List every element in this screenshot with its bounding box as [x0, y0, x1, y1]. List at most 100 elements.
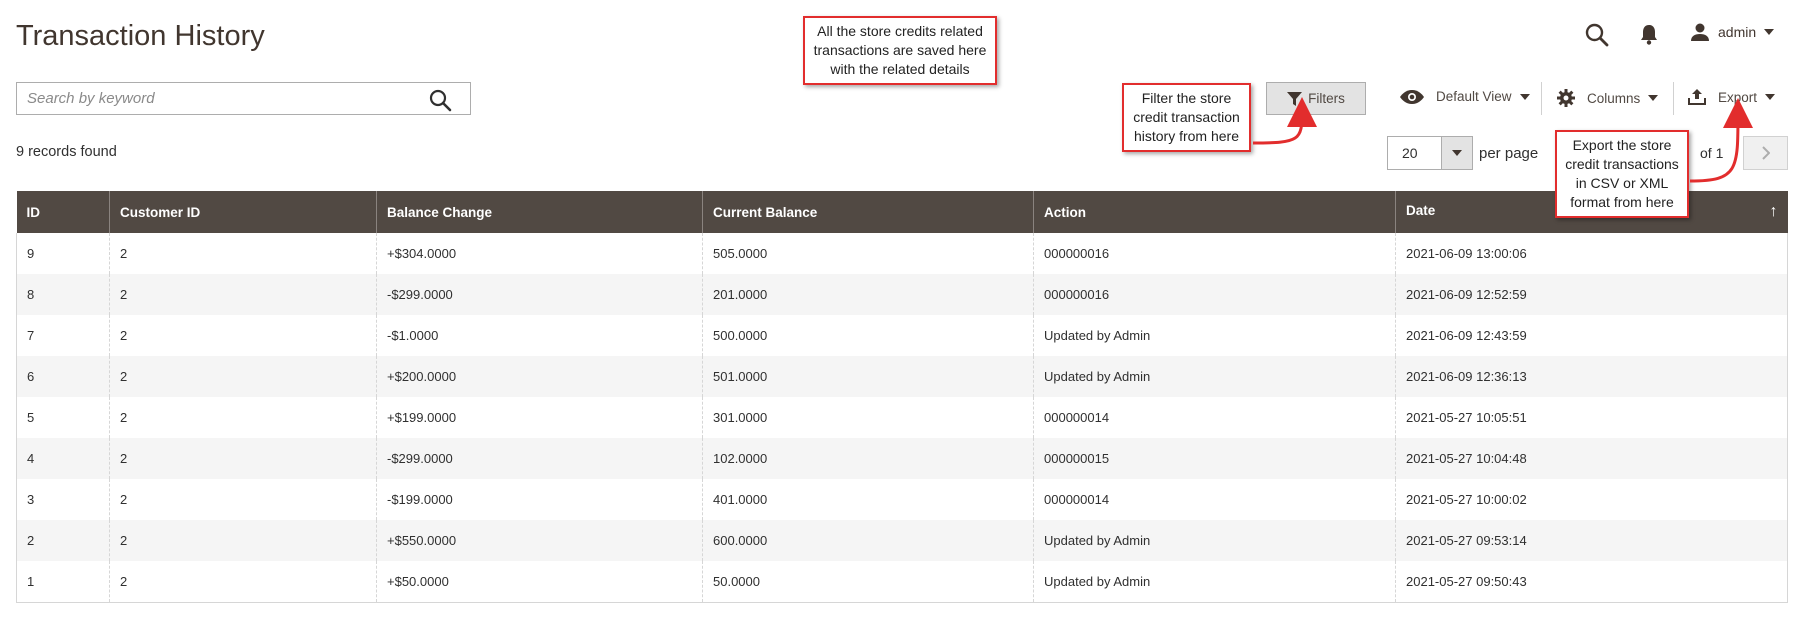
- table-row[interactable]: 4 2 -$299.0000 102.0000 000000015 2021-05-27 …: [16, 438, 1788, 479]
- cell-date: 2021-06-09 12:43:59: [1395, 315, 1788, 356]
- cell-action: 000000014: [1033, 397, 1396, 438]
- transaction-history-grid: ID Customer ID Balance Change Current Ba…: [16, 191, 1788, 603]
- column-header-customer-id[interactable]: Customer ID: [109, 191, 377, 233]
- cell-balance-change: -$199.0000: [376, 479, 703, 520]
- table-row[interactable]: 8 2 -$299.0000 201.0000 000000016 2021-06-09 …: [16, 274, 1788, 315]
- export-dropdown[interactable]: Export: [1688, 89, 1776, 105]
- column-header-id[interactable]: ID: [16, 191, 110, 233]
- admin-user-menu[interactable]: admin: [1690, 22, 1775, 42]
- cell-action: 000000014: [1033, 479, 1396, 520]
- cell-action: 000000015: [1033, 438, 1396, 479]
- per-page-select[interactable]: 20: [1387, 136, 1473, 170]
- gear-icon: [1557, 89, 1575, 107]
- cell-customer-id: 2: [109, 561, 377, 603]
- table-row[interactable]: 3 2 -$199.0000 401.0000 000000014 2021-05-27 …: [16, 479, 1788, 520]
- cell-customer-id: 2: [109, 397, 377, 438]
- column-header-current-balance[interactable]: Current Balance: [702, 191, 1034, 233]
- columns-label: Columns: [1587, 90, 1641, 106]
- filters-label: Filters: [1308, 91, 1345, 106]
- user-icon: [1691, 23, 1709, 41]
- filters-button[interactable]: Filters: [1266, 82, 1366, 115]
- global-search-icon[interactable]: [1584, 22, 1610, 48]
- search-input[interactable]: [17, 83, 417, 114]
- cell-action: 000000016: [1033, 274, 1396, 315]
- cell-customer-id: 2: [109, 438, 377, 479]
- column-header-action[interactable]: Action: [1033, 191, 1396, 233]
- cell-date: 2021-05-27 10:05:51: [1395, 397, 1788, 438]
- cell-current-balance: 501.0000: [702, 356, 1034, 397]
- cell-customer-id: 2: [109, 520, 377, 561]
- cell-customer-id: 2: [109, 356, 377, 397]
- default-view-label: Default View: [1436, 89, 1512, 104]
- cell-action: Updated by Admin: [1033, 520, 1396, 561]
- table-row[interactable]: 1 2 +$50.0000 50.0000 Updated by Admin 2021-0…: [16, 561, 1788, 603]
- cell-id: 2: [16, 520, 110, 561]
- filter-icon: [1287, 91, 1303, 106]
- cell-date: 2021-06-09 13:00:06: [1395, 233, 1788, 274]
- table-row[interactable]: 2 2 +$550.0000 600.0000 Updated by Admin 2021…: [16, 520, 1788, 561]
- column-header-date-label: Date: [1406, 203, 1436, 218]
- cell-id: 6: [16, 356, 110, 397]
- cell-balance-change: -$1.0000: [376, 315, 703, 356]
- cell-balance-change: +$550.0000: [376, 520, 703, 561]
- page-count: of 1: [1700, 145, 1724, 161]
- cell-customer-id: 2: [109, 274, 377, 315]
- callout-filter-note: Filter the store credit transaction hist…: [1122, 83, 1251, 152]
- cell-date: 2021-05-27 10:00:02: [1395, 479, 1788, 520]
- cell-customer-id: 2: [109, 315, 377, 356]
- keyword-search: [16, 82, 471, 115]
- cell-id: 1: [16, 561, 110, 603]
- next-page-button[interactable]: [1743, 136, 1788, 170]
- search-icon[interactable]: [428, 88, 452, 112]
- cell-date: 2021-05-27 10:04:48: [1395, 438, 1788, 479]
- cell-balance-change: +$50.0000: [376, 561, 703, 603]
- toolbar-divider: [1673, 82, 1674, 115]
- cell-date: 2021-06-09 12:36:13: [1395, 356, 1788, 397]
- cell-current-balance: 201.0000: [702, 274, 1034, 315]
- admin-username: admin: [1718, 24, 1757, 40]
- cell-customer-id: 2: [109, 233, 377, 274]
- cell-balance-change: +$199.0000: [376, 397, 703, 438]
- table-row[interactable]: 9 2 +$304.0000 505.0000 000000016 2021-06-09 …: [16, 233, 1788, 274]
- chevron-down-icon: [1519, 93, 1530, 100]
- cell-current-balance: 600.0000: [702, 520, 1034, 561]
- cell-id: 5: [16, 397, 110, 438]
- cell-date: 2021-06-09 12:52:59: [1395, 274, 1788, 315]
- cell-date: 2021-05-27 09:50:43: [1395, 561, 1788, 603]
- cell-current-balance: 102.0000: [702, 438, 1034, 479]
- eye-icon: [1400, 89, 1424, 104]
- cell-current-balance: 505.0000: [702, 233, 1034, 274]
- cell-date: 2021-05-27 09:53:14: [1395, 520, 1788, 561]
- per-page-label: per page: [1479, 145, 1539, 162]
- cell-current-balance: 401.0000: [702, 479, 1034, 520]
- notifications-bell-icon[interactable]: [1638, 22, 1660, 46]
- columns-dropdown[interactable]: Columns: [1557, 89, 1659, 107]
- chevron-down-icon: [1765, 94, 1776, 100]
- table-row[interactable]: 7 2 -$1.0000 500.0000 Updated by Admin 2021-0…: [16, 315, 1788, 356]
- table-row[interactable]: 5 2 +$199.0000 301.0000 000000014 2021-05-27 …: [16, 397, 1788, 438]
- cell-action: Updated by Admin: [1033, 356, 1396, 397]
- grid-header-row: ID Customer ID Balance Change Current Ba…: [16, 191, 1788, 233]
- cell-current-balance: 301.0000: [702, 397, 1034, 438]
- chevron-down-icon: [1648, 95, 1659, 101]
- cell-id: 8: [16, 274, 110, 315]
- cell-action: Updated by Admin: [1033, 315, 1396, 356]
- filter-callout-arrow: [1252, 97, 1317, 145]
- column-header-balance-change[interactable]: Balance Change: [376, 191, 703, 233]
- default-view-dropdown[interactable]: Default View: [1400, 89, 1530, 104]
- export-label: Export: [1718, 89, 1758, 105]
- cell-action: Updated by Admin: [1033, 561, 1396, 603]
- cell-current-balance: 500.0000: [702, 315, 1034, 356]
- cell-id: 4: [16, 438, 110, 479]
- sort-ascending-icon: ↑: [1769, 203, 1778, 220]
- cell-id: 3: [16, 479, 110, 520]
- cell-balance-change: +$200.0000: [376, 356, 703, 397]
- callout-history-note: All the store credits related transactio…: [803, 16, 997, 85]
- table-row[interactable]: 6 2 +$200.0000 501.0000 Updated by Admin 2021…: [16, 356, 1788, 397]
- chevron-right-icon: [1761, 146, 1770, 160]
- cell-action: 000000016: [1033, 233, 1396, 274]
- cell-id: 9: [16, 233, 110, 274]
- chevron-down-icon[interactable]: [1441, 137, 1472, 169]
- chevron-down-icon: [1764, 29, 1775, 35]
- toolbar-divider: [1541, 82, 1542, 115]
